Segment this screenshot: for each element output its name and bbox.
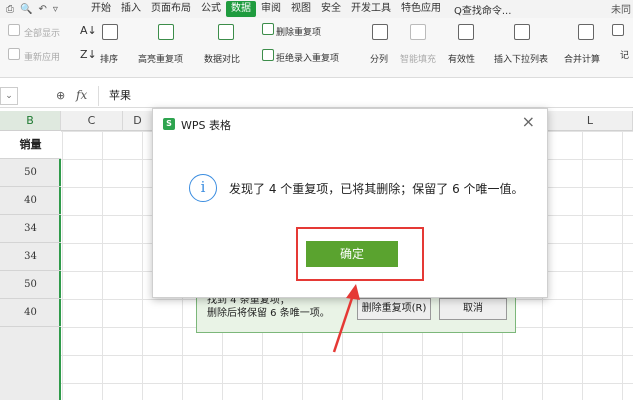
- ribbon-data: 全部显示 重新应用 A↓ Z↓ 排序 高亮重复项 数据对比 删除重复项 拒绝录入…: [0, 18, 633, 78]
- record-button[interactable]: 记: [620, 48, 629, 61]
- dropdown-icon[interactable]: ▿: [53, 4, 58, 15]
- fx-icon[interactable]: fx: [76, 88, 87, 102]
- split-button[interactable]: 分列: [370, 52, 388, 65]
- summary-line-2: 删除后将保留 6 条唯一项。: [207, 308, 330, 319]
- smart-fill-button[interactable]: 智能填充: [400, 52, 436, 65]
- info-icon: i: [189, 174, 217, 202]
- menu-tab-view[interactable]: 视图: [286, 1, 316, 17]
- validity-icon: [458, 24, 474, 40]
- sort-asc-icon[interactable]: A↓: [80, 24, 97, 37]
- validity-button[interactable]: 有效性: [448, 52, 475, 65]
- sort-desc-icon[interactable]: Z↓: [80, 48, 97, 61]
- reject-duplicates-icon: [262, 49, 274, 61]
- column-b-selection[interactable]: 销量 50 40 34 34 50 40: [0, 131, 61, 400]
- cell-value[interactable]: 50: [0, 159, 61, 187]
- insert-dropdown-icon: [514, 24, 530, 40]
- cell-value[interactable]: 40: [0, 187, 61, 215]
- cancel-button[interactable]: 取消: [439, 298, 507, 320]
- column-header-c[interactable]: C: [61, 111, 123, 131]
- menu-tab-security[interactable]: 安全: [316, 1, 346, 17]
- cell-value[interactable]: 34: [0, 215, 61, 243]
- data-compare-button[interactable]: 数据对比: [204, 52, 240, 65]
- column-header-l[interactable]: L: [548, 111, 633, 131]
- ok-button[interactable]: 确定: [306, 241, 398, 267]
- formula-input[interactable]: 苹果: [98, 86, 633, 106]
- menu-bar: ⎙ 🔍 ↶ ▿ 开始 插入 页面布局 公式 数据 审阅 视图 安全 开发工具 特…: [0, 0, 633, 18]
- column-header-d[interactable]: D: [123, 111, 153, 131]
- wps-logo-icon: S: [163, 118, 175, 130]
- menu-tab-formula[interactable]: 公式: [196, 1, 226, 17]
- dialog-title: WPS 表格: [181, 119, 231, 132]
- menu-tab-insert[interactable]: 插入: [116, 1, 146, 17]
- show-all-button[interactable]: 全部显示: [24, 26, 60, 39]
- menu-tabs: 开始 插入 页面布局 公式 数据 审阅 视图 安全 开发工具 特色应用 Q查找命…: [86, 1, 511, 17]
- highlight-duplicates-icon: [158, 24, 174, 40]
- undo-icon[interactable]: ↶: [38, 4, 46, 15]
- record-icon: [612, 24, 624, 36]
- menu-tab-features[interactable]: 特色应用: [396, 1, 446, 17]
- cell-value[interactable]: 50: [0, 271, 61, 299]
- menu-tab-developer[interactable]: 开发工具: [346, 1, 396, 17]
- preview-icon[interactable]: 🔍: [20, 4, 32, 15]
- delete-duplicates-confirm-button[interactable]: 删除重复项(R): [357, 298, 431, 320]
- column-header-b[interactable]: B: [0, 111, 61, 131]
- menu-tab-data[interactable]: 数据: [226, 1, 256, 17]
- reapply-button[interactable]: 重新应用: [24, 50, 60, 63]
- cell-value[interactable]: 40: [0, 299, 61, 327]
- cloud-sync-status[interactable]: 未同: [611, 1, 631, 16]
- print-icon[interactable]: ⎙: [6, 4, 14, 15]
- menu-tab-home[interactable]: 开始: [86, 1, 116, 17]
- menu-tab-layout[interactable]: 页面布局: [146, 1, 196, 17]
- split-icon: [372, 24, 388, 40]
- merge-calc-button[interactable]: 合并计算: [564, 52, 600, 65]
- smart-fill-icon: [410, 24, 426, 40]
- menu-tab-review[interactable]: 审阅: [256, 1, 286, 17]
- wps-spreadsheet-window: ⎙ 🔍 ↶ ▿ 开始 插入 页面布局 公式 数据 审阅 视图 安全 开发工具 特…: [0, 0, 633, 400]
- close-icon[interactable]: ×: [522, 113, 535, 131]
- reapply-icon: [8, 48, 20, 60]
- merge-calc-icon: [578, 24, 594, 40]
- insert-dropdown-button[interactable]: 插入下拉列表: [494, 52, 548, 65]
- sort-button[interactable]: 排序: [100, 52, 118, 65]
- zoom-function-icon[interactable]: ⊕: [56, 89, 65, 102]
- command-search[interactable]: Q查找命令...: [454, 2, 511, 17]
- sort-icon: [102, 24, 118, 40]
- dialog-message: 发现了 4 个重复项，已将其删除；保留了 6 个唯一值。: [229, 182, 524, 196]
- delete-duplicates-button[interactable]: 删除重复项: [276, 25, 321, 38]
- wps-message-dialog: S WPS 表格 × i 发现了 4 个重复项，已将其删除；保留了 6 个唯一值…: [152, 108, 548, 298]
- filter-icon: [8, 24, 20, 36]
- highlight-duplicates-button[interactable]: 高亮重复项: [138, 52, 183, 65]
- name-box-dropdown[interactable]: ⌄: [0, 87, 18, 105]
- quick-access-toolbar: ⎙ 🔍 ↶ ▿: [0, 4, 86, 15]
- formula-bar: ⌄ ⊕ fx 苹果: [0, 84, 633, 108]
- cell-value[interactable]: 34: [0, 243, 61, 271]
- reject-duplicates-button[interactable]: 拒绝录入重复项: [276, 51, 339, 64]
- delete-duplicates-icon: [262, 23, 274, 35]
- data-compare-icon: [218, 24, 234, 40]
- cell-header-sales[interactable]: 销量: [0, 131, 61, 159]
